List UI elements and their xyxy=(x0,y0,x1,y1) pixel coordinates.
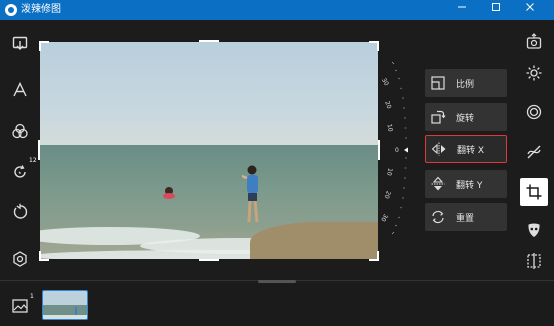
reset-label: 重置 xyxy=(456,213,475,224)
crop-handle-top-right[interactable] xyxy=(369,41,379,51)
crop-handle-left[interactable] xyxy=(38,140,40,160)
crop-handle-top-left[interactable] xyxy=(39,41,49,51)
filmstrip-resize-handle[interactable] xyxy=(258,280,296,283)
curve-icon[interactable] xyxy=(522,140,546,164)
dial-label: 20 xyxy=(383,190,392,200)
flip-x-label: 翻转 X xyxy=(457,145,485,156)
rotate-icon xyxy=(425,109,451,125)
app-logo-icon xyxy=(5,4,17,16)
minimize-icon[interactable] xyxy=(447,0,477,20)
effects-icon[interactable] xyxy=(522,100,546,124)
dial-label-zero: 0 xyxy=(395,147,399,154)
settings-icon[interactable] xyxy=(8,247,32,271)
right-toolbar xyxy=(516,20,554,278)
rotate-label: 旋转 xyxy=(456,113,475,124)
photo-sand xyxy=(250,222,378,259)
aspect-ratio-button[interactable]: 比例 xyxy=(425,69,507,97)
aspect-ratio-label: 比例 xyxy=(456,79,475,90)
rotate-button[interactable]: 旋转 xyxy=(425,103,507,131)
compare-icon[interactable] xyxy=(522,249,546,273)
dial-label: 10 xyxy=(386,124,394,133)
mask-icon[interactable] xyxy=(522,218,546,242)
export-icon[interactable] xyxy=(522,30,546,54)
crop-handle-bottom[interactable] xyxy=(199,259,219,261)
dial-label: 20 xyxy=(383,100,392,110)
title-bar: 泼辣修图 xyxy=(0,0,554,20)
flip-y-label: 翻转 Y xyxy=(456,180,483,191)
dial-label: 30 xyxy=(379,212,389,222)
import-icon[interactable] xyxy=(8,32,32,56)
gallery-icon[interactable]: 1 xyxy=(8,293,34,318)
flip-y-button[interactable]: 翻转 Y xyxy=(425,170,507,198)
photo-child-standing xyxy=(242,165,259,223)
app-window: 泼辣修图 12 30 20 10 0 10 20 30 比例 旋转 翻转 X 翻… xyxy=(0,0,554,326)
undo-icon[interactable] xyxy=(8,200,32,224)
crop-handle-bottom-left[interactable] xyxy=(39,251,49,261)
gallery-count-badge: 1 xyxy=(30,293,34,300)
reset-icon xyxy=(425,209,451,225)
text-icon[interactable] xyxy=(8,78,32,102)
flip-vertical-icon xyxy=(425,176,451,192)
history-badge: 12 xyxy=(29,157,37,164)
crop-handle-bottom-right[interactable] xyxy=(369,251,379,261)
aspect-ratio-icon xyxy=(425,75,451,91)
photo-canvas[interactable] xyxy=(40,42,378,259)
rotation-dial[interactable]: 30 20 10 0 10 20 30 xyxy=(378,58,408,238)
maximize-icon[interactable] xyxy=(481,0,511,20)
photo-child-swimming xyxy=(163,187,175,199)
left-toolbar: 12 xyxy=(0,20,40,278)
adjust-icon[interactable] xyxy=(522,61,546,85)
crop-handle-top[interactable] xyxy=(199,40,219,42)
flip-horizontal-icon xyxy=(426,141,452,157)
flip-x-button[interactable]: 翻转 X xyxy=(425,135,507,163)
close-icon[interactable] xyxy=(515,0,545,20)
dial-label: 10 xyxy=(385,167,393,176)
reset-button[interactable]: 重置 xyxy=(425,203,507,231)
filmstrip: 1 xyxy=(0,284,554,326)
photo-sky xyxy=(40,42,378,147)
dial-pointer-icon xyxy=(404,147,408,153)
crop-icon[interactable] xyxy=(520,178,548,206)
app-title: 泼辣修图 xyxy=(21,4,61,15)
filters-icon[interactable] xyxy=(8,119,32,143)
photo-thumbnail[interactable] xyxy=(42,290,88,320)
history-icon[interactable]: 12 xyxy=(8,157,37,184)
dial-label: 30 xyxy=(380,77,390,87)
